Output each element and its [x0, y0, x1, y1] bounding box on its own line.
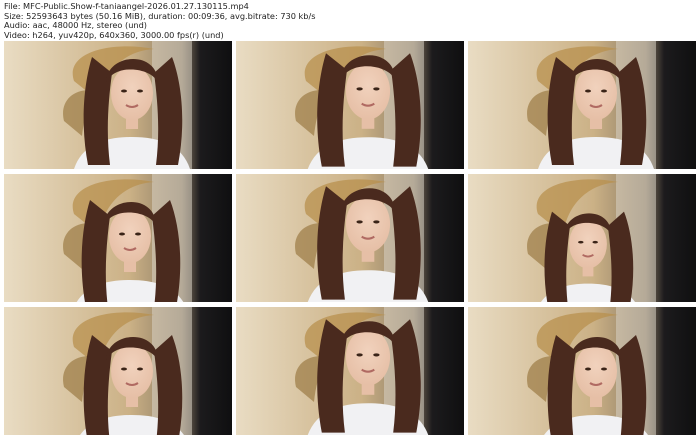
- video-thumbnail-6: [468, 174, 696, 302]
- video-thumbnail-5: [236, 174, 464, 302]
- thumbnail-image: [468, 41, 696, 169]
- video-thumbnail-2: [236, 41, 464, 169]
- video-thumbnail-4: [4, 174, 232, 302]
- video-thumbnail-3: [468, 41, 696, 169]
- thumbnail-image: [236, 174, 464, 302]
- video-thumbnail-1: [4, 41, 232, 169]
- thumbnail-image: [236, 307, 464, 435]
- video-thumbnail-9: [468, 307, 696, 435]
- thumbnail-image: [4, 174, 232, 302]
- video-thumbnail-8: [236, 307, 464, 435]
- thumbnail-image: [468, 174, 696, 302]
- video-info-header: File: MFC-Public.Show-f-taniaangel-2026.…: [4, 1, 694, 40]
- thumbnail-image: [468, 307, 696, 435]
- thumbnail-image: [4, 41, 232, 169]
- thumbnail-image: [4, 307, 232, 435]
- thumbnail-grid: [4, 41, 697, 435]
- video-info-line: Video: h264, yuv420p, 640x360, 3000.00 f…: [4, 29, 224, 40]
- thumbnail-image: [236, 41, 464, 169]
- video-thumbnail-7: [4, 307, 232, 435]
